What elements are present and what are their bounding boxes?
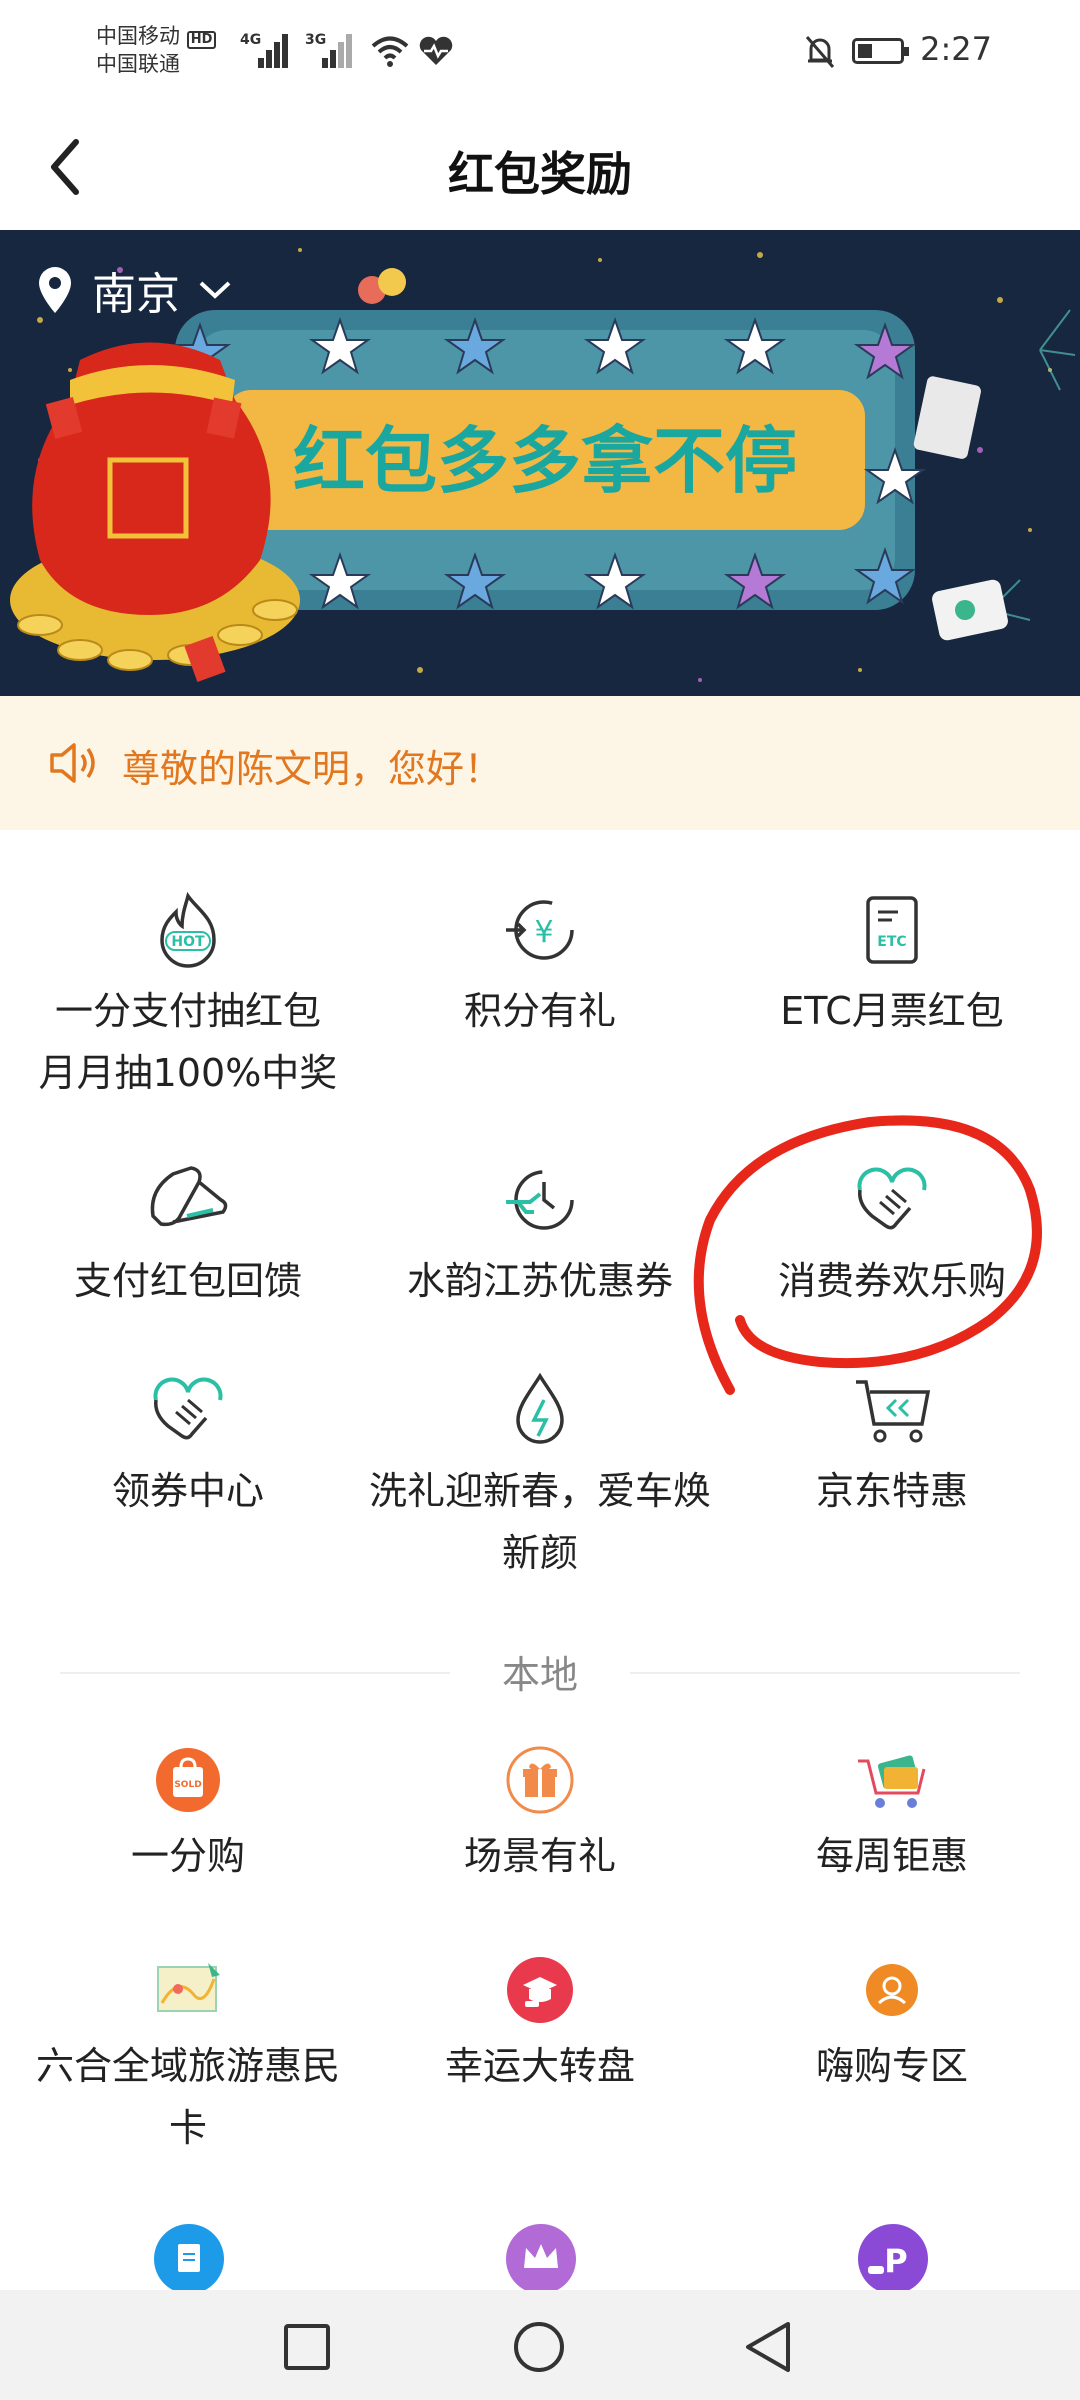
grid-item-jiangsu-coupon[interactable]: 水韵江苏优惠券 xyxy=(360,1160,720,1312)
points-yuan-icon: ¥ xyxy=(506,900,574,960)
coupon-pay-icon xyxy=(150,1166,228,1227)
grid-item-coupon-center[interactable]: 领券中心 xyxy=(8,1370,368,1522)
signal-bars-2-icon xyxy=(322,30,358,68)
sold-bag-icon: SOLD xyxy=(156,1748,220,1812)
svg-text:HOT: HOT xyxy=(171,934,205,950)
grid-item-payment-feedback[interactable]: 支付红包回馈 xyxy=(8,1160,368,1312)
app-header: 红包奖励 xyxy=(0,100,1080,230)
wifi-icon xyxy=(371,36,409,67)
recent-apps-icon[interactable] xyxy=(282,2322,332,2372)
heart-health-icon xyxy=(419,36,453,65)
document-icon xyxy=(178,2244,200,2272)
banner-slogan: 红包多多拿不停 xyxy=(293,419,797,503)
mute-bell-icon xyxy=(805,36,835,68)
partial-icon-parking[interactable]: P xyxy=(858,2224,928,2294)
parking-icon: P xyxy=(868,2242,908,2280)
signal-bars-1-icon xyxy=(258,30,294,68)
svg-text:¥: ¥ xyxy=(534,915,553,950)
home-icon[interactable] xyxy=(512,2320,566,2374)
city-name: 南京 xyxy=(92,269,180,320)
local-item-hi-shopping[interactable]: 嗨购专区 xyxy=(712,1955,1072,2097)
carrier-info: 中国移动 HD 中国联通 xyxy=(96,22,217,78)
greeting-text: 尊敬的陈文明，您好！ xyxy=(122,747,503,791)
grid-item-label: 洗礼迎新春，爱车焕新颜 xyxy=(368,1469,711,1575)
local-item-label: 每周钜惠 xyxy=(815,1834,968,1878)
local-item-one-cent-buy[interactable]: SOLD 一分购 xyxy=(8,1745,368,1887)
grid-item-label: ETC月票红包 xyxy=(780,989,1004,1033)
local-item-label: 场景有礼 xyxy=(463,1834,616,1878)
water-drop-icon xyxy=(516,1372,564,1444)
grid-item-car-wash[interactable]: 洗礼迎新春，爱车焕新颜 xyxy=(360,1370,720,1584)
page-title: 红包奖励 xyxy=(448,147,632,201)
svg-text:ETC: ETC xyxy=(877,934,906,950)
svg-text:P: P xyxy=(884,2242,907,2280)
crown-icon xyxy=(524,2244,558,2268)
local-item-label: 一分购 xyxy=(130,1834,245,1878)
carrier-2: 中国联通 xyxy=(96,52,180,76)
back-nav-icon[interactable] xyxy=(742,2320,796,2374)
grid-item-points-gift[interactable]: ¥ 积分有礼 xyxy=(360,890,720,1042)
hot-flame-icon: HOT xyxy=(160,891,216,968)
clock: 2:27 xyxy=(920,30,992,68)
grid-item-one-cent-lottery[interactable]: HOT 一分支付抽红包 月月抽100%中奖 xyxy=(8,890,368,1104)
shopping-user-icon xyxy=(866,1964,918,2016)
local-item-luhe-travel-card[interactable]: 六合全域旅游惠民卡 xyxy=(8,1955,368,2159)
grid-item-label: 领券中心 xyxy=(111,1469,264,1513)
speaker-icon xyxy=(50,743,95,783)
grid-item-label: 支付红包回馈 xyxy=(73,1259,302,1303)
battery-icon xyxy=(852,38,909,64)
annotation-circle xyxy=(693,1115,1042,1395)
greeting-notice: 尊敬的陈文明，您好！ xyxy=(0,696,1080,830)
promo-banner[interactable]: 红包多多拿不停 南京 xyxy=(0,230,1080,696)
travel-map-icon xyxy=(157,1963,220,2012)
grid-item-label: 京东特惠 xyxy=(815,1469,968,1513)
local-item-label: 幸运大转盘 xyxy=(444,2044,635,2088)
etc-card-icon: ETC xyxy=(866,896,918,964)
gift-icon xyxy=(506,1746,574,1814)
local-item-weekly-deals[interactable]: 每周钜惠 xyxy=(712,1745,1072,1887)
carrier-1: 中国移动 xyxy=(96,24,180,48)
partial-icon-document[interactable] xyxy=(154,2224,224,2294)
handshake-coupon-icon xyxy=(153,1377,223,1440)
travel-plane-icon xyxy=(506,1170,574,1230)
hd-badge: HD xyxy=(186,31,217,49)
shopping-cart-card-icon xyxy=(858,1755,926,1808)
status-bar: 中国移动 HD 中国联通 4G 3G 2:27 xyxy=(0,0,1080,100)
partial-icon-crown[interactable] xyxy=(506,2224,576,2294)
local-item-label: 嗨购专区 xyxy=(815,2044,968,2088)
grid-item-label: 水韵江苏优惠券 xyxy=(406,1259,673,1303)
grid-item-label: 积分有礼 xyxy=(463,989,616,1033)
city-selector[interactable]: 南京 xyxy=(36,258,232,322)
system-nav-bar xyxy=(0,2290,1080,2400)
lucky-wheel-icon xyxy=(507,1957,573,2023)
grid-item-label: 一分支付抽红包 月月抽100%中奖 xyxy=(38,989,338,1095)
local-item-scene-gift[interactable]: 场景有礼 xyxy=(360,1745,720,1887)
local-item-lucky-wheel[interactable]: 幸运大转盘 xyxy=(360,1955,720,2097)
chevron-down-icon xyxy=(199,281,231,299)
grid-item-etc-ticket[interactable]: ETC ETC月票红包 xyxy=(712,890,1072,1042)
location-pin-icon xyxy=(39,267,71,313)
svg-text:SOLD: SOLD xyxy=(174,1780,201,1790)
local-item-label: 六合全域旅游惠民卡 xyxy=(35,2044,340,2150)
section-local-label: 本地 xyxy=(501,1653,578,1697)
